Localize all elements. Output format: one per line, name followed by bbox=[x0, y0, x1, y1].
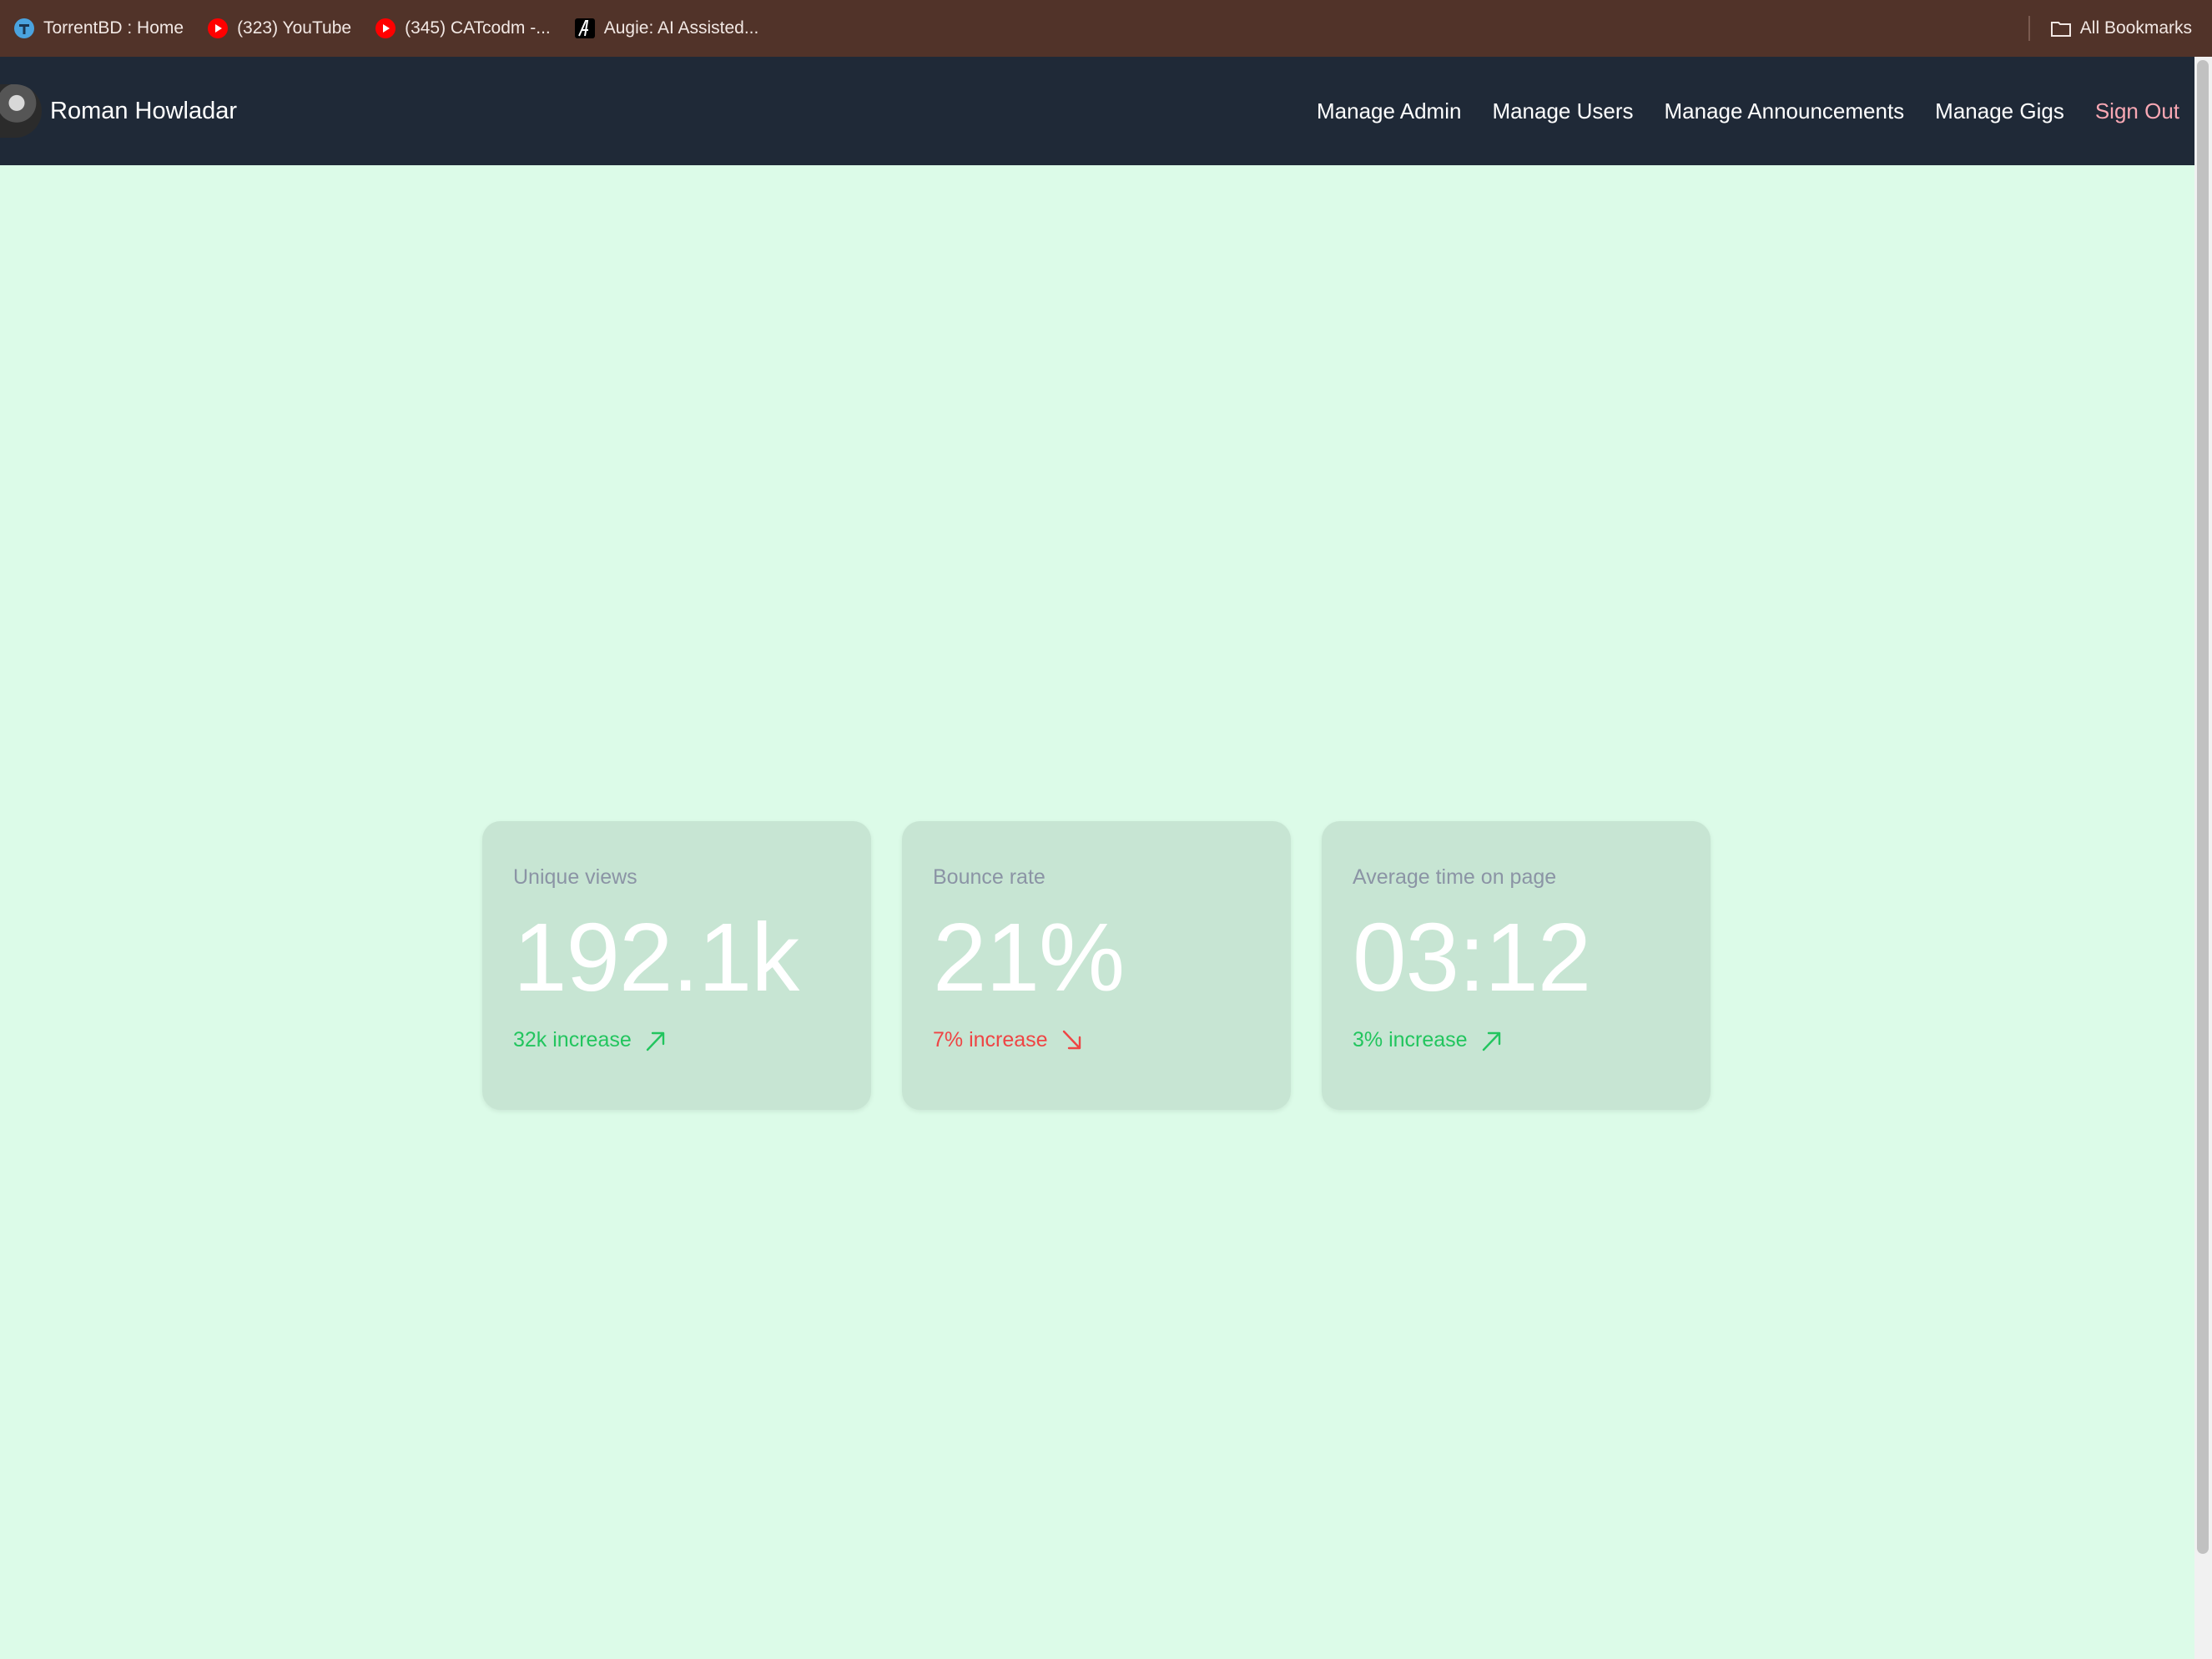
bookmarks-divider bbox=[2028, 16, 2030, 41]
youtube-icon bbox=[375, 18, 396, 39]
arrow-down-right-icon bbox=[1062, 1030, 1081, 1049]
stat-card-unique-views: Unique views 192.1k 32k increase bbox=[482, 821, 871, 1110]
nav-manage-gigs[interactable]: Manage Gigs bbox=[1935, 98, 2064, 124]
stat-label: Average time on page bbox=[1353, 865, 1557, 889]
stat-value: 21% bbox=[933, 903, 1125, 1011]
bookmark-catcodm[interactable]: (345) CATcodm -... bbox=[375, 0, 551, 57]
stat-change: 32k increase bbox=[513, 1028, 839, 1052]
avatar bbox=[0, 84, 42, 138]
brand[interactable]: Roman Howladar bbox=[0, 84, 237, 138]
augie-icon bbox=[574, 18, 596, 39]
stat-change: 3% increase bbox=[1353, 1028, 1679, 1052]
torrentbd-icon bbox=[13, 18, 35, 39]
stat-change-text: 7% increase bbox=[933, 1028, 1048, 1051]
stat-label: Unique views bbox=[513, 865, 637, 889]
stats-row: Unique views 192.1k 32k increase Bounce … bbox=[482, 821, 1711, 1110]
nav-links: Manage Admin Manage Users Manage Announc… bbox=[1286, 57, 2179, 165]
all-bookmarks-button[interactable]: All Bookmarks bbox=[2050, 0, 2192, 57]
bookmark-label: (345) CATcodm -... bbox=[405, 18, 551, 38]
bookmark-torrentbd[interactable]: TorrentBD : Home bbox=[13, 0, 184, 57]
user-name: Roman Howladar bbox=[50, 97, 238, 124]
nav-manage-announcements[interactable]: Manage Announcements bbox=[1665, 98, 1905, 124]
scrollbar-thumb[interactable] bbox=[2197, 60, 2209, 1554]
navbar: Roman Howladar Manage Admin Manage Users… bbox=[0, 57, 2194, 165]
youtube-icon bbox=[207, 18, 229, 39]
bookmarks-bar: TorrentBD : Home (323) YouTube (345) CAT… bbox=[0, 0, 2212, 57]
stat-value: 192.1k bbox=[513, 903, 799, 1011]
nav-manage-admin[interactable]: Manage Admin bbox=[1317, 98, 1461, 124]
stat-card-bounce-rate: Bounce rate 21% 7% increase bbox=[902, 821, 1291, 1110]
stat-change-text: 3% increase bbox=[1353, 1028, 1468, 1051]
bookmark-augie[interactable]: Augie: AI Assisted... bbox=[574, 0, 759, 57]
stat-card-avg-time: Average time on page 03:12 3% increase bbox=[1322, 821, 1711, 1110]
stat-label: Bounce rate bbox=[933, 865, 1046, 889]
nav-manage-users[interactable]: Manage Users bbox=[1492, 98, 1633, 124]
bookmark-label: (323) YouTube bbox=[237, 18, 352, 38]
arrow-up-right-icon bbox=[646, 1031, 664, 1051]
bookmark-label: TorrentBD : Home bbox=[43, 18, 184, 38]
stat-change-text: 32k increase bbox=[513, 1028, 632, 1051]
folder-icon bbox=[2050, 18, 2072, 39]
arrow-up-right-icon bbox=[1482, 1031, 1500, 1051]
sign-out-link[interactable]: Sign Out bbox=[2095, 98, 2179, 124]
bookmark-label: Augie: AI Assisted... bbox=[603, 18, 759, 38]
bookmark-youtube[interactable]: (323) YouTube bbox=[207, 0, 351, 57]
stat-value: 03:12 bbox=[1353, 903, 1591, 1011]
stat-change: 7% increase bbox=[933, 1028, 1259, 1052]
all-bookmarks-label: All Bookmarks bbox=[2079, 18, 2192, 38]
